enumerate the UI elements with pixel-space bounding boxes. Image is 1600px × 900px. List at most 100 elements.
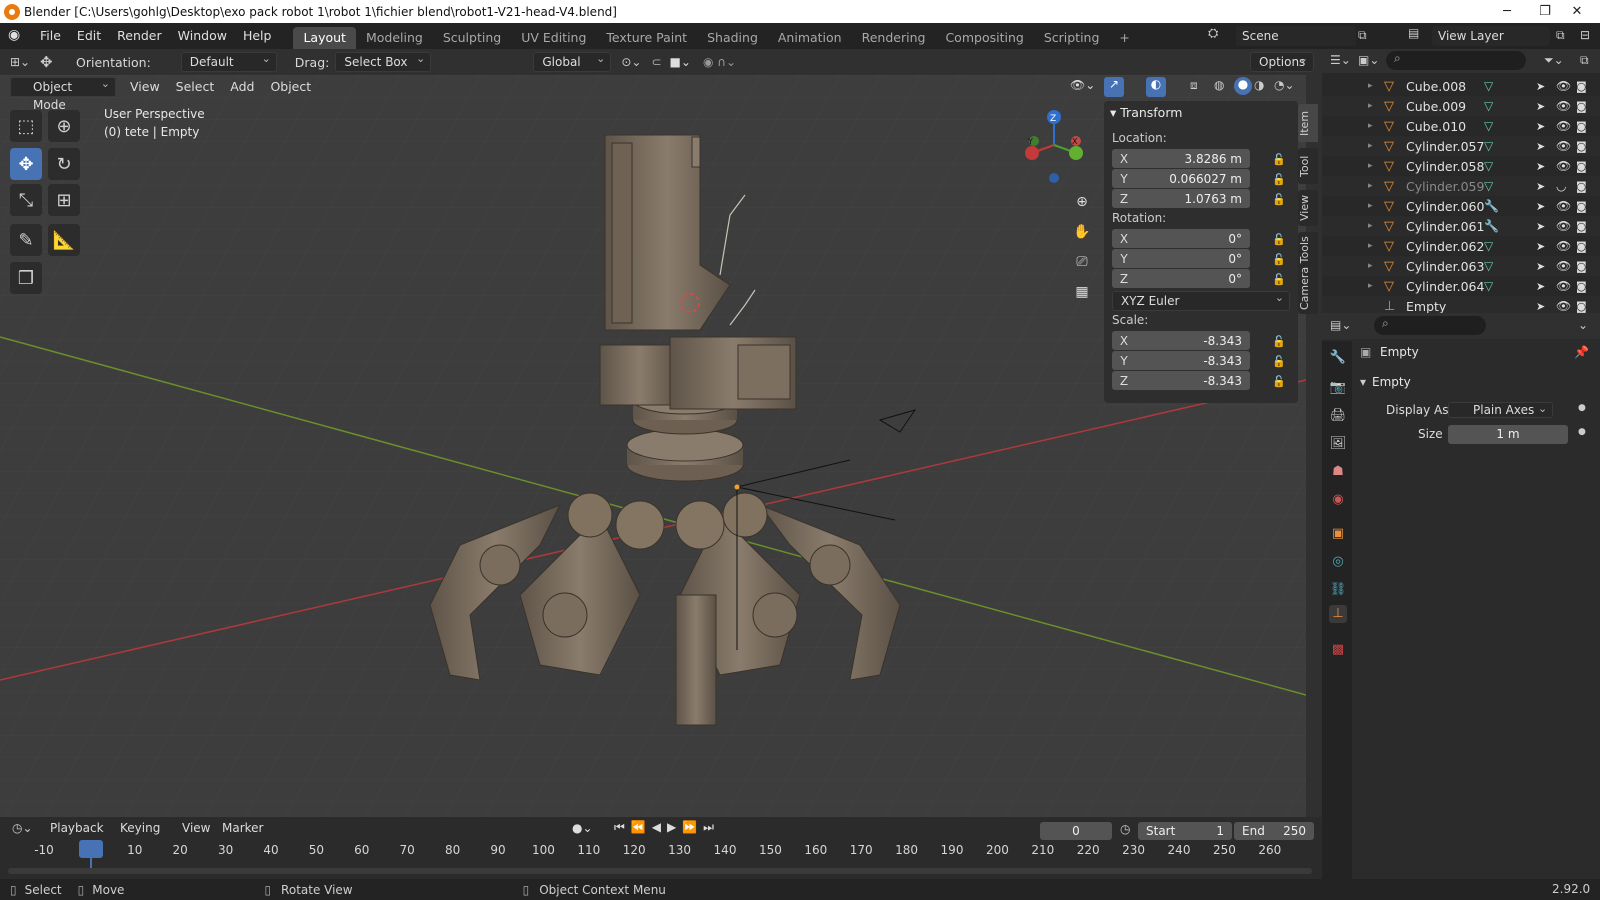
scale-z-field[interactable]: Z -8.343 <box>1112 371 1250 390</box>
selectable-arrow-icon[interactable]: ➤ <box>1536 100 1545 113</box>
transform-tool-icon[interactable]: ⊞ <box>48 184 80 216</box>
outliner-row[interactable]: ▸ ▽ Cylinder.059 ▽ ➤ ◡ ◙ <box>1322 176 1600 196</box>
outliner-row[interactable]: ▸ ▽ Cylinder.061 🔧 ➤ 👁 ◙ <box>1322 216 1600 236</box>
minimize-button[interactable]: ─ <box>1484 0 1530 23</box>
add-cube-tool-icon[interactable]: ❒ <box>10 262 42 294</box>
outliner-row[interactable]: ▸ ▽ Cylinder.062 ▽ ➤ 👁 ◙ <box>1322 236 1600 256</box>
clock-icon[interactable]: ◷ <box>1120 822 1130 836</box>
rotation-y-field[interactable]: Y 0° <box>1112 249 1250 268</box>
expand-arrow-icon[interactable]: ▸ <box>1368 161 1373 171</box>
zoom-icon[interactable]: ⊕ <box>1070 190 1094 214</box>
scale-tool-icon[interactable]: ⤡ <box>10 184 42 216</box>
menu-object[interactable]: Object <box>262 76 319 98</box>
tab-item[interactable]: Item <box>1298 104 1318 142</box>
wireframe-shading-icon[interactable]: ◍ <box>1214 78 1224 92</box>
pin-icon[interactable]: 📌 <box>1574 345 1589 359</box>
menu-window[interactable]: Window <box>170 23 235 49</box>
timeline-menu-view[interactable]: View <box>182 821 210 835</box>
tab-uv-editing[interactable]: UV Editing <box>511 27 596 49</box>
visibility-eye-icon[interactable]: 👁 <box>1556 119 1571 133</box>
expand-arrow-icon[interactable]: ▸ <box>1368 241 1373 251</box>
hidden-eye-icon[interactable]: ◡ <box>1556 179 1566 193</box>
close-button[interactable]: ✕ <box>1554 0 1600 23</box>
solid-shading-icon[interactable]: ● <box>1234 77 1252 95</box>
selectable-arrow-icon[interactable]: ➤ <box>1536 240 1545 253</box>
lock-icon[interactable]: 🔓 <box>1272 233 1286 246</box>
texture-tab-icon[interactable]: ▩ <box>1329 641 1347 659</box>
outliner-row[interactable]: ▸ ▽ Cylinder.060 🔧 ➤ 👁 ◙ <box>1322 196 1600 216</box>
drag-dropdown[interactable]: Select Box <box>335 50 432 72</box>
outliner-row[interactable]: ▸ ▽ Cube.010 ▽ ➤ 👁 ◙ <box>1322 116 1600 136</box>
selectable-arrow-icon[interactable]: ➤ <box>1536 140 1545 153</box>
menu-select[interactable]: Select <box>168 76 223 98</box>
new-scene-icon[interactable]: ⧉ <box>1358 28 1367 43</box>
physics-tab-icon[interactable]: ◎ <box>1329 553 1347 571</box>
size-field[interactable]: 1 m <box>1448 425 1568 444</box>
lock-icon[interactable]: 🔓 <box>1272 193 1286 206</box>
lock-icon[interactable]: 🔓 <box>1272 355 1286 368</box>
selectable-arrow-icon[interactable]: ➤ <box>1536 260 1545 273</box>
tab-tool[interactable]: Tool <box>1298 148 1318 184</box>
expand-arrow-icon[interactable]: ▸ <box>1368 221 1373 231</box>
filter-icon[interactable]: ⏷⌄ <box>1544 53 1564 68</box>
visibility-icon[interactable]: 👁⌄ <box>1070 78 1095 92</box>
selectable-arrow-icon[interactable]: ➤ <box>1536 80 1545 93</box>
outliner-search-input[interactable]: ⌕ <box>1386 51 1526 70</box>
transform-orientation-dropdown[interactable]: Global <box>533 50 612 72</box>
object-data-tab-icon[interactable]: ⊥ <box>1329 605 1347 623</box>
pivot-point-icon[interactable]: ⊙⌄ <box>621 55 641 69</box>
render-camera-icon[interactable]: ◙ <box>1576 280 1587 293</box>
cursor-tool-icon[interactable]: ⊕ <box>48 110 80 142</box>
tool-tab-icon[interactable]: 🔧 <box>1329 349 1347 367</box>
visibility-eye-icon[interactable]: 👁 <box>1556 259 1571 273</box>
tab-shading[interactable]: Shading <box>697 27 768 49</box>
lock-icon[interactable]: 🔓 <box>1272 375 1286 388</box>
view-layer-icon[interactable]: ▤ <box>1408 26 1422 40</box>
render-camera-icon[interactable]: ◙ <box>1576 260 1587 273</box>
collapse-arrow-icon[interactable]: ▾ <box>1360 375 1366 389</box>
playback-controls-icon[interactable]: ⏮⏪◀▶⏩⏭ <box>614 820 720 835</box>
playhead[interactable] <box>79 840 103 858</box>
lock-icon[interactable]: 🔓 <box>1272 153 1286 166</box>
tab-compositing[interactable]: Compositing <box>935 27 1033 49</box>
visibility-eye-icon[interactable]: 👁 <box>1556 279 1571 293</box>
select-box-tool-icon[interactable]: ⬚ <box>10 110 42 142</box>
visibility-eye-icon[interactable]: 👁 <box>1556 139 1571 153</box>
keyframe-dot-icon[interactable]: ● <box>1578 403 1586 413</box>
properties-search-input[interactable]: ⌕ <box>1374 316 1486 335</box>
orientation-dropdown[interactable]: Default <box>180 50 277 72</box>
view-layer-field[interactable]: View Layer <box>1432 26 1550 46</box>
selectable-arrow-icon[interactable]: ➤ <box>1536 180 1545 193</box>
tab-rendering[interactable]: Rendering <box>852 27 936 49</box>
render-camera-icon[interactable]: ◙ <box>1576 200 1587 213</box>
rotate-tool-icon[interactable]: ↻ <box>48 148 80 180</box>
tab-texture-paint[interactable]: Texture Paint <box>596 27 697 49</box>
properties-options-icon[interactable]: ⌄ <box>1578 318 1588 332</box>
render-camera-icon[interactable]: ◙ <box>1576 140 1587 153</box>
expand-arrow-icon[interactable]: ▸ <box>1368 181 1373 191</box>
outliner-row[interactable]: ▸ ▽ Cylinder.057 ▽ ➤ 👁 ◙ <box>1322 136 1600 156</box>
selectable-arrow-icon[interactable]: ➤ <box>1536 120 1545 133</box>
lock-icon[interactable]: 🔓 <box>1272 335 1286 348</box>
expand-arrow-icon[interactable]: ▸ <box>1368 101 1373 111</box>
timeline-scrollbar[interactable] <box>8 868 1312 874</box>
expand-arrow-icon[interactable]: ▸ <box>1368 201 1373 211</box>
current-frame-field[interactable]: 0 <box>1040 822 1112 840</box>
start-frame-field[interactable]: Start 1 <box>1138 822 1232 840</box>
visibility-eye-icon[interactable]: 👁 <box>1556 239 1571 253</box>
tab-layout[interactable]: Layout <box>293 27 356 49</box>
navigation-gizmo[interactable]: Z Y X <box>1020 105 1090 185</box>
proportional-editing-icon[interactable]: ◉ ∩⌄ <box>703 55 736 69</box>
visibility-eye-icon[interactable]: 👁 <box>1556 199 1571 213</box>
expand-arrow-icon[interactable]: ▸ <box>1368 121 1373 131</box>
camera-view-icon[interactable]: ⎚ <box>1070 250 1094 274</box>
selectable-arrow-icon[interactable]: ➤ <box>1536 200 1545 213</box>
render-camera-icon[interactable]: ◙ <box>1576 300 1587 313</box>
filter-view-icon[interactable]: ▣⌄ <box>1358 53 1379 67</box>
render-camera-icon[interactable]: ◙ <box>1576 220 1587 233</box>
editor-type-icon[interactable]: ⊞⌄ <box>10 55 40 69</box>
gizmo-toggle-icon[interactable]: ↗ <box>1104 77 1124 97</box>
end-frame-field[interactable]: End 250 <box>1234 822 1314 840</box>
menu-help[interactable]: Help <box>235 23 280 49</box>
view-layer-tab-icon[interactable]: 🖼 <box>1329 435 1347 453</box>
